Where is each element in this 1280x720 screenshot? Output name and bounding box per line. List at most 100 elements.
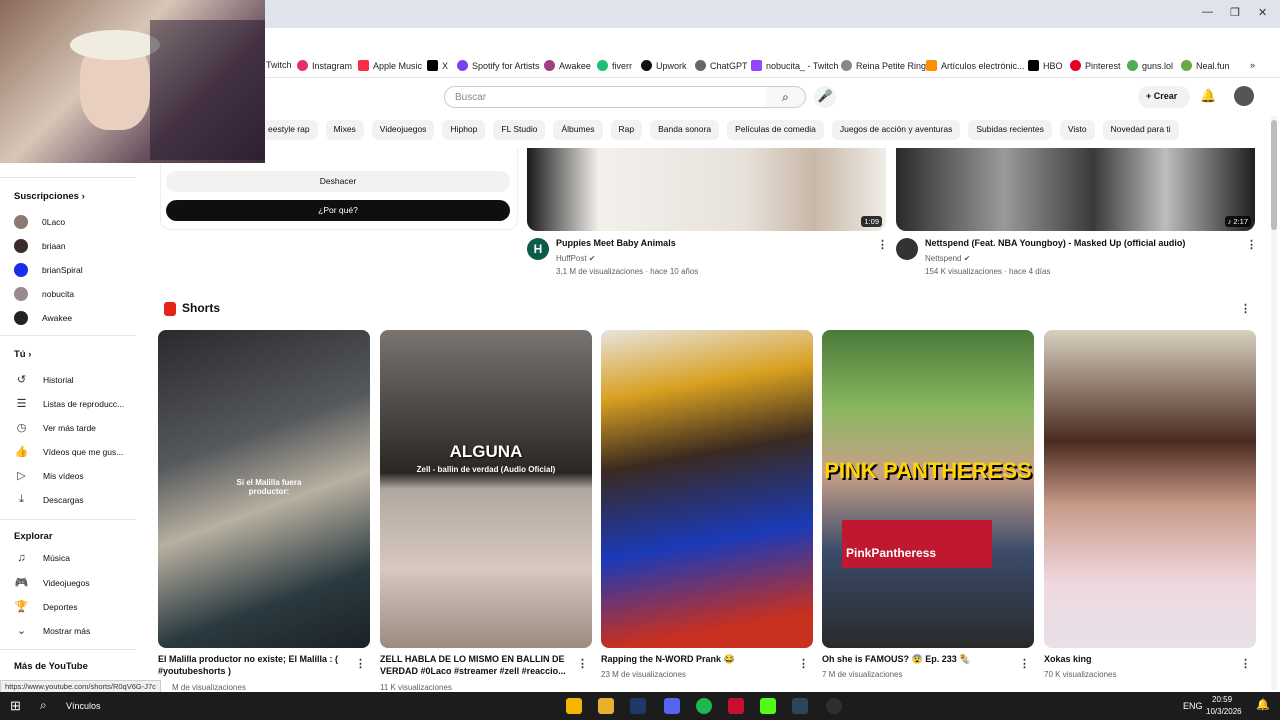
language-indicator[interactable]: ENG — [1183, 701, 1203, 711]
bookmark[interactable]: Reina Petite Ring — [841, 60, 926, 71]
sidebar-item-sports[interactable]: 🏆 Deportes — [14, 600, 78, 613]
more-options-icon[interactable]: ⋮ — [355, 657, 366, 670]
chip[interactable]: Visto — [1059, 120, 1095, 140]
scrollbar-thumb[interactable] — [1271, 120, 1277, 230]
kick-icon[interactable] — [760, 698, 776, 714]
search-button[interactable]: ⌕ — [766, 86, 806, 108]
restore-icon[interactable]: ❐ — [1230, 6, 1240, 19]
chip[interactable]: eestyle rap — [260, 120, 318, 140]
clock-time[interactable]: 20:59 — [1212, 695, 1232, 704]
folder-icon[interactable] — [598, 698, 614, 714]
more-options-icon[interactable]: ⋮ — [877, 238, 888, 251]
steam-icon[interactable] — [792, 698, 808, 714]
bookmark[interactable]: Spotify for Artists — [457, 60, 540, 71]
bookmark[interactable]: X — [427, 60, 448, 71]
you-heading[interactable]: Tú › — [14, 349, 31, 360]
more-options-icon[interactable]: ⋮ — [577, 657, 588, 670]
sidebar-item-music[interactable]: ♫ Música — [14, 552, 70, 564]
video-title[interactable]: Nettspend (Feat. NBA Youngboy) - Masked … — [925, 238, 1235, 250]
video-thumbnail[interactable]: 1:09 — [527, 148, 886, 231]
channel-name[interactable]: HuffPost ✔ — [556, 254, 595, 263]
app-icon[interactable] — [728, 698, 744, 714]
scrollbar[interactable] — [1271, 116, 1277, 690]
video-thumbnail[interactable]: ♪ 2:17 — [896, 148, 1255, 231]
avatar[interactable] — [1234, 86, 1254, 106]
short-thumbnail[interactable] — [601, 330, 813, 648]
obs-icon[interactable] — [826, 698, 842, 714]
chip[interactable]: Novedad para ti — [1102, 120, 1179, 140]
channel-name[interactable]: Nettspend ✔ — [925, 254, 970, 263]
chrome-icon[interactable] — [566, 698, 582, 714]
windows-start-icon[interactable]: ⊞ — [10, 698, 21, 714]
undo-button[interactable]: Deshacer — [166, 171, 510, 192]
minimize-icon[interactable]: — — [1202, 6, 1213, 18]
chip[interactable]: Juegos de acción y aventuras — [831, 120, 961, 140]
notification-icon[interactable]: 🔔 — [1256, 698, 1270, 711]
sidebar-sub[interactable]: nobucita — [14, 287, 74, 301]
bookmark[interactable]: Upwork — [641, 60, 687, 71]
bookmark[interactable]: Artículos electrónic... — [926, 60, 1025, 71]
more-options-icon[interactable]: ⋮ — [798, 657, 809, 670]
sidebar-sub[interactable]: 0Laco — [14, 215, 65, 229]
voice-search-button[interactable]: 🎤 — [814, 86, 836, 108]
channel-avatar[interactable] — [896, 238, 918, 260]
chip[interactable]: Álbumes — [553, 120, 603, 140]
sidebar-sub[interactable]: Awakee — [14, 311, 72, 325]
sidebar-item-gaming[interactable]: 🎮 Videojuegos — [14, 576, 90, 589]
taskbar-search-label[interactable]: Vínculos — [66, 701, 101, 711]
short-thumbnail[interactable] — [1044, 330, 1256, 648]
more-bookmarks-icon[interactable]: » — [1250, 60, 1255, 70]
bookmark[interactable]: Twitch — [266, 60, 292, 70]
more-options-icon[interactable]: ⋮ — [1246, 238, 1257, 251]
short-thumbnail[interactable]: PINK PANTHERESS PinkPantheress — [822, 330, 1034, 648]
chip[interactable]: FL Studio — [493, 120, 546, 140]
bookmark[interactable]: nobucita_ - Twitch — [751, 60, 838, 71]
why-button[interactable]: ¿Por qué? — [166, 200, 510, 221]
chip[interactable]: Banda sonora — [650, 120, 720, 140]
search-icon[interactable]: ⌕ — [40, 698, 47, 713]
subscriptions-heading[interactable]: Suscripciones › — [14, 191, 85, 202]
search-input[interactable]: Buscar — [444, 86, 767, 108]
sidebar-item-show-more[interactable]: ⌄ Mostrar más — [14, 624, 90, 637]
bell-icon[interactable]: 🔔 — [1200, 88, 1216, 104]
bookmark[interactable]: Instagram — [297, 60, 352, 71]
bookmark[interactable]: Neal.fun — [1181, 60, 1230, 71]
sidebar-item-downloads[interactable]: ⤓ Descargas — [14, 493, 84, 506]
short-thumbnail[interactable]: ALGUNA Zell - ballin de verdad (Audio Of… — [380, 330, 592, 648]
short-title[interactable]: Oh she is FAMOUS? 😨 Ep. 233 🌯 — [822, 654, 1012, 666]
sidebar-item-playlists[interactable]: ☰ Listas de reproducc... — [14, 397, 125, 410]
clock-date[interactable]: 10/3/2026 — [1206, 707, 1242, 716]
short-title[interactable]: Xokas king — [1044, 654, 1234, 666]
discord-icon[interactable] — [664, 698, 680, 714]
bookmark[interactable]: ChatGPT — [695, 60, 748, 71]
spotify-icon[interactable] — [696, 698, 712, 714]
close-icon[interactable]: ✕ — [1258, 6, 1267, 19]
more-options-icon[interactable]: ⋮ — [1240, 657, 1251, 670]
bookmark[interactable]: Pinterest — [1070, 60, 1121, 71]
sidebar-item-history[interactable]: ↺ Historial — [14, 373, 74, 386]
sidebar-sub[interactable]: briaan — [14, 239, 66, 253]
chip[interactable]: Películas de comedia — [727, 120, 824, 140]
steam-icon[interactable] — [630, 698, 646, 714]
bookmark[interactable]: Awakee — [544, 60, 591, 71]
short-title[interactable]: El Malilla productor no existe; El Malil… — [158, 654, 348, 677]
short-thumbnail[interactable]: Si el Malilla fuera productor: — [158, 330, 370, 648]
bookmark[interactable]: Apple Music — [358, 60, 422, 71]
chip[interactable]: Subidas recientes — [968, 120, 1052, 140]
bookmark[interactable]: HBO — [1028, 60, 1063, 71]
chip[interactable]: Videojuegos — [371, 120, 435, 140]
video-title[interactable]: Puppies Meet Baby Animals — [556, 238, 856, 250]
chip[interactable]: Rap — [610, 120, 643, 140]
channel-avatar[interactable]: H — [527, 238, 549, 260]
sidebar-item-my-videos[interactable]: ▷ Mis vídeos — [14, 469, 83, 482]
sidebar-sub[interactable]: brianSpiral — [14, 263, 83, 277]
more-options-icon[interactable]: ⋮ — [1019, 657, 1030, 670]
bookmark[interactable]: fiverr — [597, 60, 632, 71]
short-title[interactable]: ZELL HABLA DE LO MISMO EN BALLIN DE VERD… — [380, 654, 570, 677]
sidebar-item-watch-later[interactable]: ◷ Ver más tarde — [14, 421, 96, 434]
chip[interactable]: Hiphop — [442, 120, 486, 140]
sidebar-item-liked[interactable]: 👍 Vídeos que me gus... — [14, 445, 124, 458]
create-button[interactable]: + Crear — [1138, 86, 1190, 108]
chip[interactable]: Mixes — [325, 120, 364, 140]
short-title[interactable]: Rapping the N-WORD Prank 😂 — [601, 654, 791, 666]
